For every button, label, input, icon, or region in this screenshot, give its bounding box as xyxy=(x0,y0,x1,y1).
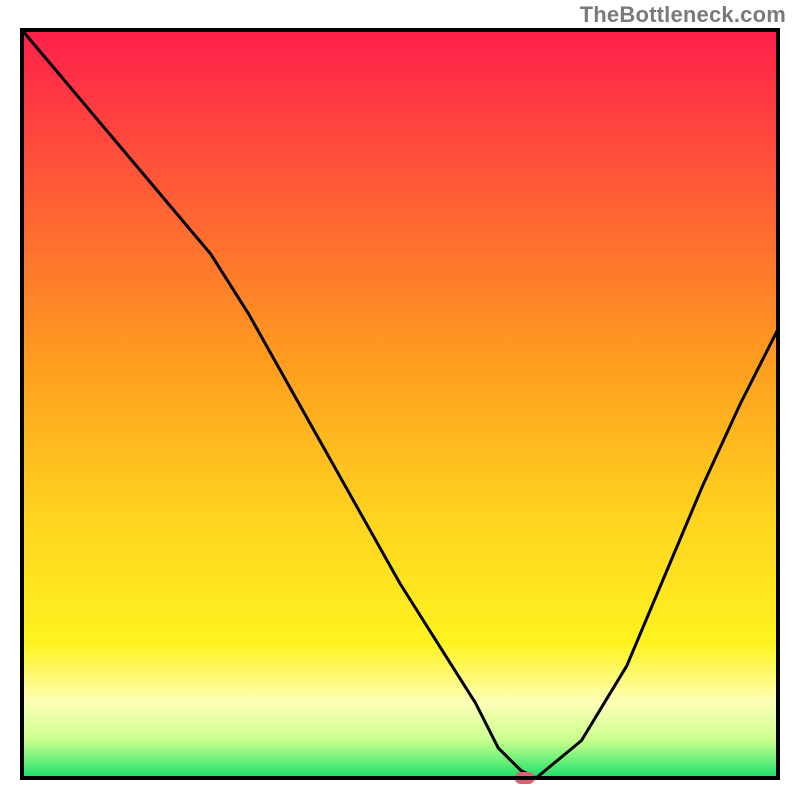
bottleneck-chart xyxy=(0,0,800,800)
gradient-background xyxy=(22,30,778,778)
chart-container: TheBottleneck.com xyxy=(0,0,800,800)
watermark-label: TheBottleneck.com xyxy=(580,2,786,28)
